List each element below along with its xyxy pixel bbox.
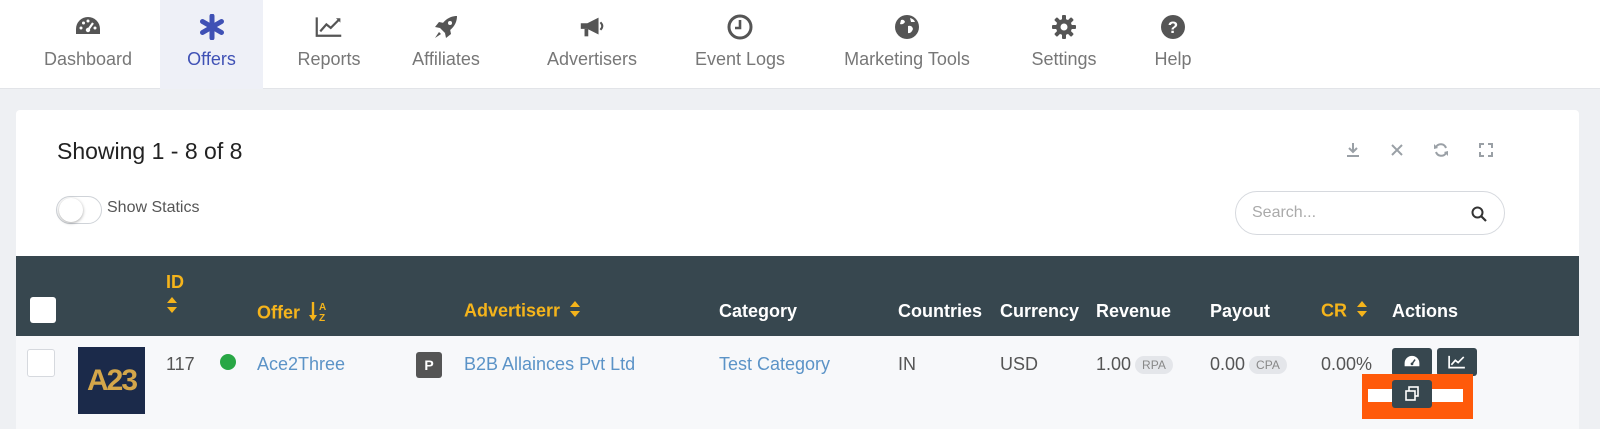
column-cr[interactable]: CR xyxy=(1321,300,1368,323)
nav-label: Offers xyxy=(187,49,236,69)
revenue-cell: 1.00 RPA xyxy=(1096,354,1173,375)
sort-icon xyxy=(166,296,184,319)
line-chart-icon xyxy=(315,13,343,41)
show-statics-toggle[interactable] xyxy=(56,196,102,224)
nav-item-affiliates[interactable]: Affiliates xyxy=(396,0,496,89)
nav-item-offers[interactable]: Offers xyxy=(160,0,263,89)
column-advertiser-label: Advertiserr xyxy=(464,300,561,321)
toggle-knob xyxy=(59,198,83,222)
nav-item-advertisers[interactable]: Advertisers xyxy=(526,0,658,89)
close-icon[interactable] xyxy=(1387,140,1407,160)
revenue-value: 1.00 xyxy=(1096,354,1132,374)
search-box xyxy=(1235,191,1505,235)
select-all-checkbox[interactable] xyxy=(30,297,56,323)
column-revenue: Revenue xyxy=(1096,301,1172,321)
payout-value: 0.00 xyxy=(1210,354,1246,374)
cr-cell: 0.00% xyxy=(1321,354,1373,374)
logo-text: A23 xyxy=(86,363,138,397)
rocket-icon xyxy=(432,13,460,41)
offers-card: Showing 1 - 8 of 8 Show Statics ID Offer xyxy=(16,110,1579,429)
nav-label: Affiliates xyxy=(412,49,480,69)
table-header: ID Offer AZ Advertiserr Category Countri… xyxy=(16,256,1579,336)
search-input[interactable] xyxy=(1252,202,1462,224)
search-icon[interactable] xyxy=(1470,205,1488,223)
fullscreen-icon[interactable] xyxy=(1476,140,1496,160)
svg-text:?: ? xyxy=(1168,18,1178,37)
svg-text:A: A xyxy=(319,302,326,313)
clock-icon xyxy=(726,13,754,41)
copy-action-button[interactable] xyxy=(1392,380,1432,408)
revenue-type-badge: RPA xyxy=(1135,356,1173,375)
payout-type-badge: CPA xyxy=(1249,356,1287,375)
offer-logo: A23 xyxy=(78,347,145,414)
nav-label: Reports xyxy=(297,49,361,69)
nav-label: Advertisers xyxy=(546,49,638,69)
column-countries: Countries xyxy=(898,301,983,321)
column-payout: Payout xyxy=(1210,301,1271,321)
nav-label: Event Logs xyxy=(694,49,786,69)
megaphone-icon xyxy=(578,13,606,41)
nav-label: Settings xyxy=(1031,49,1097,69)
refresh-icon[interactable] xyxy=(1431,140,1451,160)
globe-icon xyxy=(893,13,921,41)
column-actions: Actions xyxy=(1392,301,1459,321)
asterisk-icon xyxy=(198,13,226,41)
dashboard-icon xyxy=(74,13,102,41)
nav-item-settings[interactable]: Settings xyxy=(1014,0,1114,89)
countries-cell: IN xyxy=(898,354,916,374)
download-icon[interactable] xyxy=(1343,140,1363,160)
nav-item-reports[interactable]: Reports xyxy=(279,0,379,89)
private-badge: P xyxy=(416,352,442,378)
column-offer[interactable]: Offer AZ xyxy=(257,300,329,327)
row-checkbox[interactable] xyxy=(27,349,55,377)
offer-name-link[interactable]: Ace2Three xyxy=(257,354,345,375)
reports-action-button[interactable] xyxy=(1437,348,1477,376)
column-advertiser[interactable]: Advertiserr xyxy=(464,300,581,323)
nav-label: Marketing Tools xyxy=(844,49,970,69)
payout-cell: 0.00 CPA xyxy=(1210,354,1287,375)
nav-item-dashboard[interactable]: Dashboard xyxy=(32,0,144,89)
currency-cell: USD xyxy=(1000,354,1039,374)
status-dot xyxy=(220,354,236,370)
table-row: A23 117 Ace2Three P B2B Allainces Pvt Lt… xyxy=(16,336,1579,429)
dashboard-action-button[interactable] xyxy=(1392,348,1432,376)
top-navigation: Dashboard Offers Reports Affiliates Adve… xyxy=(0,0,1600,89)
sort-alpha-icon: AZ xyxy=(309,300,329,327)
question-icon: ? xyxy=(1159,13,1187,41)
nav-item-event-logs[interactable]: Event Logs xyxy=(673,0,807,89)
column-offer-label: Offer xyxy=(257,302,301,323)
nav-item-marketing-tools[interactable]: Marketing Tools xyxy=(831,0,983,89)
category-link[interactable]: Test Category xyxy=(719,354,830,375)
column-cr-label: CR xyxy=(1321,300,1347,321)
column-currency: Currency xyxy=(1000,301,1080,321)
nav-label: Help xyxy=(1154,49,1192,69)
advertiser-link[interactable]: B2B Allainces Pvt Ltd xyxy=(464,354,635,375)
results-count: Showing 1 - 8 of 8 xyxy=(57,138,243,164)
show-statics-label: Show Statics xyxy=(107,199,200,216)
gear-icon xyxy=(1050,13,1078,41)
nav-label: Dashboard xyxy=(43,49,133,69)
nav-item-help[interactable]: ? Help xyxy=(1128,0,1218,89)
column-category: Category xyxy=(719,301,798,321)
column-id[interactable]: ID xyxy=(166,272,184,319)
svg-text:Z: Z xyxy=(319,313,325,322)
sort-icon xyxy=(1356,300,1368,323)
column-id-label: ID xyxy=(166,272,184,292)
sort-icon xyxy=(569,300,581,323)
copy-icon xyxy=(1405,386,1419,401)
dashboard-icon xyxy=(1404,355,1420,367)
offer-id: 117 xyxy=(166,354,195,374)
line-chart-icon xyxy=(1448,355,1465,369)
